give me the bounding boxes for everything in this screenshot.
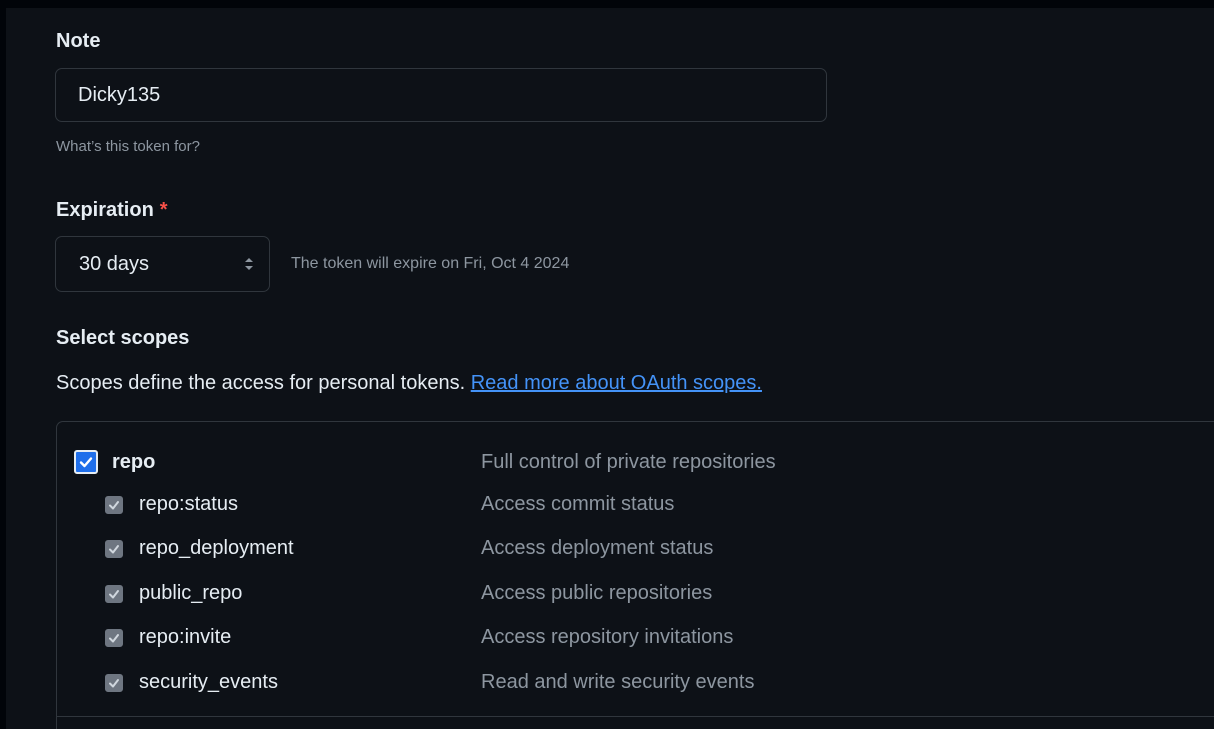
scope-row-security-events: security_events Read and write security …	[105, 671, 1005, 694]
scopes-divider	[57, 716, 1214, 717]
expiration-select[interactable]: 30 days	[55, 236, 270, 292]
scope-name-repo: repo	[112, 450, 156, 473]
scope-desc-security-events: Read and write security events	[481, 671, 755, 693]
scope-name-repo-status: repo:status	[139, 493, 238, 515]
note-label: Note	[56, 30, 101, 52]
scope-desc-repo-status: Access commit status	[481, 493, 675, 515]
checkmark-icon	[109, 500, 119, 509]
required-star: *	[159, 199, 168, 221]
expiration-note: The token will expire on Fri, Oct 4 2024	[291, 255, 570, 272]
expiration-label-text: Expiration	[56, 199, 154, 221]
note-help-text: What’s this token for?	[56, 138, 200, 155]
scope-checkbox-repo[interactable]	[74, 450, 98, 474]
scopes-description: Scopes define the access for personal to…	[56, 372, 762, 395]
scope-checkbox-security-events[interactable]	[105, 673, 123, 692]
updown-chevron-icon	[243, 256, 255, 272]
note-input[interactable]	[55, 68, 827, 122]
expiration-label: Expiration *	[56, 199, 168, 222]
top-strip	[6, 0, 1214, 8]
scope-checkbox-public-repo[interactable]	[105, 584, 123, 603]
scope-row-repo-invite: repo:invite Access repository invitation…	[105, 626, 1005, 649]
scope-row-repo-status: repo:status Access commit status	[105, 493, 1005, 516]
checkmark-icon	[109, 678, 119, 687]
checkmark-icon	[109, 589, 119, 598]
scope-name-public-repo: public_repo	[139, 582, 243, 604]
scope-row-repo: repo Full control of private repositorie…	[74, 450, 974, 474]
scope-checkbox-repo-status[interactable]	[105, 495, 123, 514]
scope-name-security-events: security_events	[139, 671, 278, 693]
expiration-selected-value: 30 days	[79, 252, 150, 275]
scopes-description-text: Scopes define the access for personal to…	[56, 372, 466, 394]
checkmark-icon	[109, 633, 119, 642]
oauth-scopes-link[interactable]: Read more about OAuth scopes.	[471, 372, 762, 394]
scope-name-repo-deployment: repo_deployment	[139, 537, 294, 559]
scope-desc-repo-deployment: Access deployment status	[481, 537, 714, 559]
scope-desc-repo: Full control of private repositories	[481, 450, 776, 473]
scope-row-repo-deployment: repo_deployment Access deployment status	[105, 537, 1005, 560]
scope-checkbox-repo-deployment[interactable]	[105, 539, 123, 558]
scopes-heading: Select scopes	[56, 327, 190, 349]
scope-row-public-repo: public_repo Access public repositories	[105, 582, 1005, 605]
scope-desc-repo-invite: Access repository invitations	[481, 626, 734, 648]
checkmark-icon	[79, 457, 93, 468]
scope-desc-public-repo: Access public repositories	[481, 582, 713, 604]
scope-checkbox-repo-invite[interactable]	[105, 628, 123, 647]
checkmark-icon	[109, 544, 119, 553]
scope-name-repo-invite: repo:invite	[139, 626, 232, 648]
token-settings-page: Note What’s this token for? Expiration* …	[0, 0, 1214, 729]
